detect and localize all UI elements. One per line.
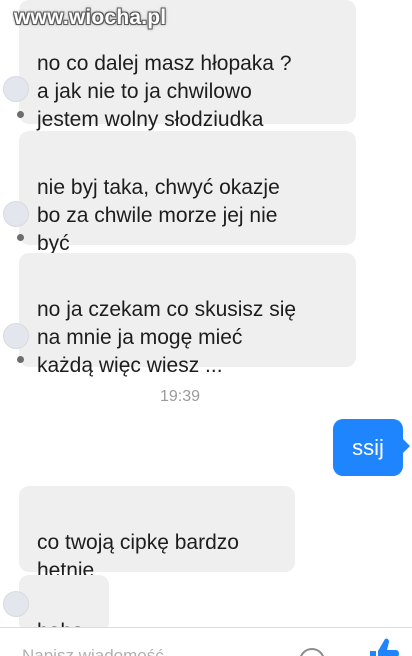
- message-text: no ja czekam co skusisz się na mnie ja m…: [37, 298, 297, 377]
- composer-bar: Napisz wiadomość...: [0, 627, 412, 656]
- chat-screen: www.wiocha.pl no co dalej masz hłopaka ?…: [0, 0, 412, 656]
- message-text: no co dalej masz hłopaka ? a jak nie to …: [37, 52, 292, 131]
- avatar[interactable]: [3, 76, 29, 102]
- incoming-message[interactable]: haha: [3, 575, 109, 643]
- avatar[interactable]: [3, 591, 29, 617]
- message-timestamp: 19:39: [159, 388, 201, 405]
- presence-dot: [17, 111, 24, 118]
- outgoing-message[interactable]: ssij: [333, 419, 403, 476]
- presence-dot: [17, 356, 24, 363]
- bubble-tail: [401, 437, 410, 455]
- message-text: ssij: [352, 435, 384, 460]
- incoming-message[interactable]: co twoją cipkę bardzo hętnie: [19, 486, 295, 582]
- message-input[interactable]: Napisz wiadomość...: [22, 646, 178, 656]
- incoming-message[interactable]: no ja czekam co skusisz się na mnie ja m…: [3, 253, 356, 377]
- avatar[interactable]: [3, 323, 29, 349]
- message-text: nie byj taka, chwyć okazje bo za chwile …: [37, 176, 280, 255]
- avatar[interactable]: [3, 201, 29, 227]
- camera-icon[interactable]: [299, 648, 325, 656]
- presence-dot: [17, 234, 24, 241]
- incoming-message[interactable]: nie byj taka, chwyć okazje bo za chwile …: [3, 131, 356, 255]
- thumbs-up-icon[interactable]: [366, 636, 400, 656]
- watermark: www.wiocha.pl: [14, 6, 167, 29]
